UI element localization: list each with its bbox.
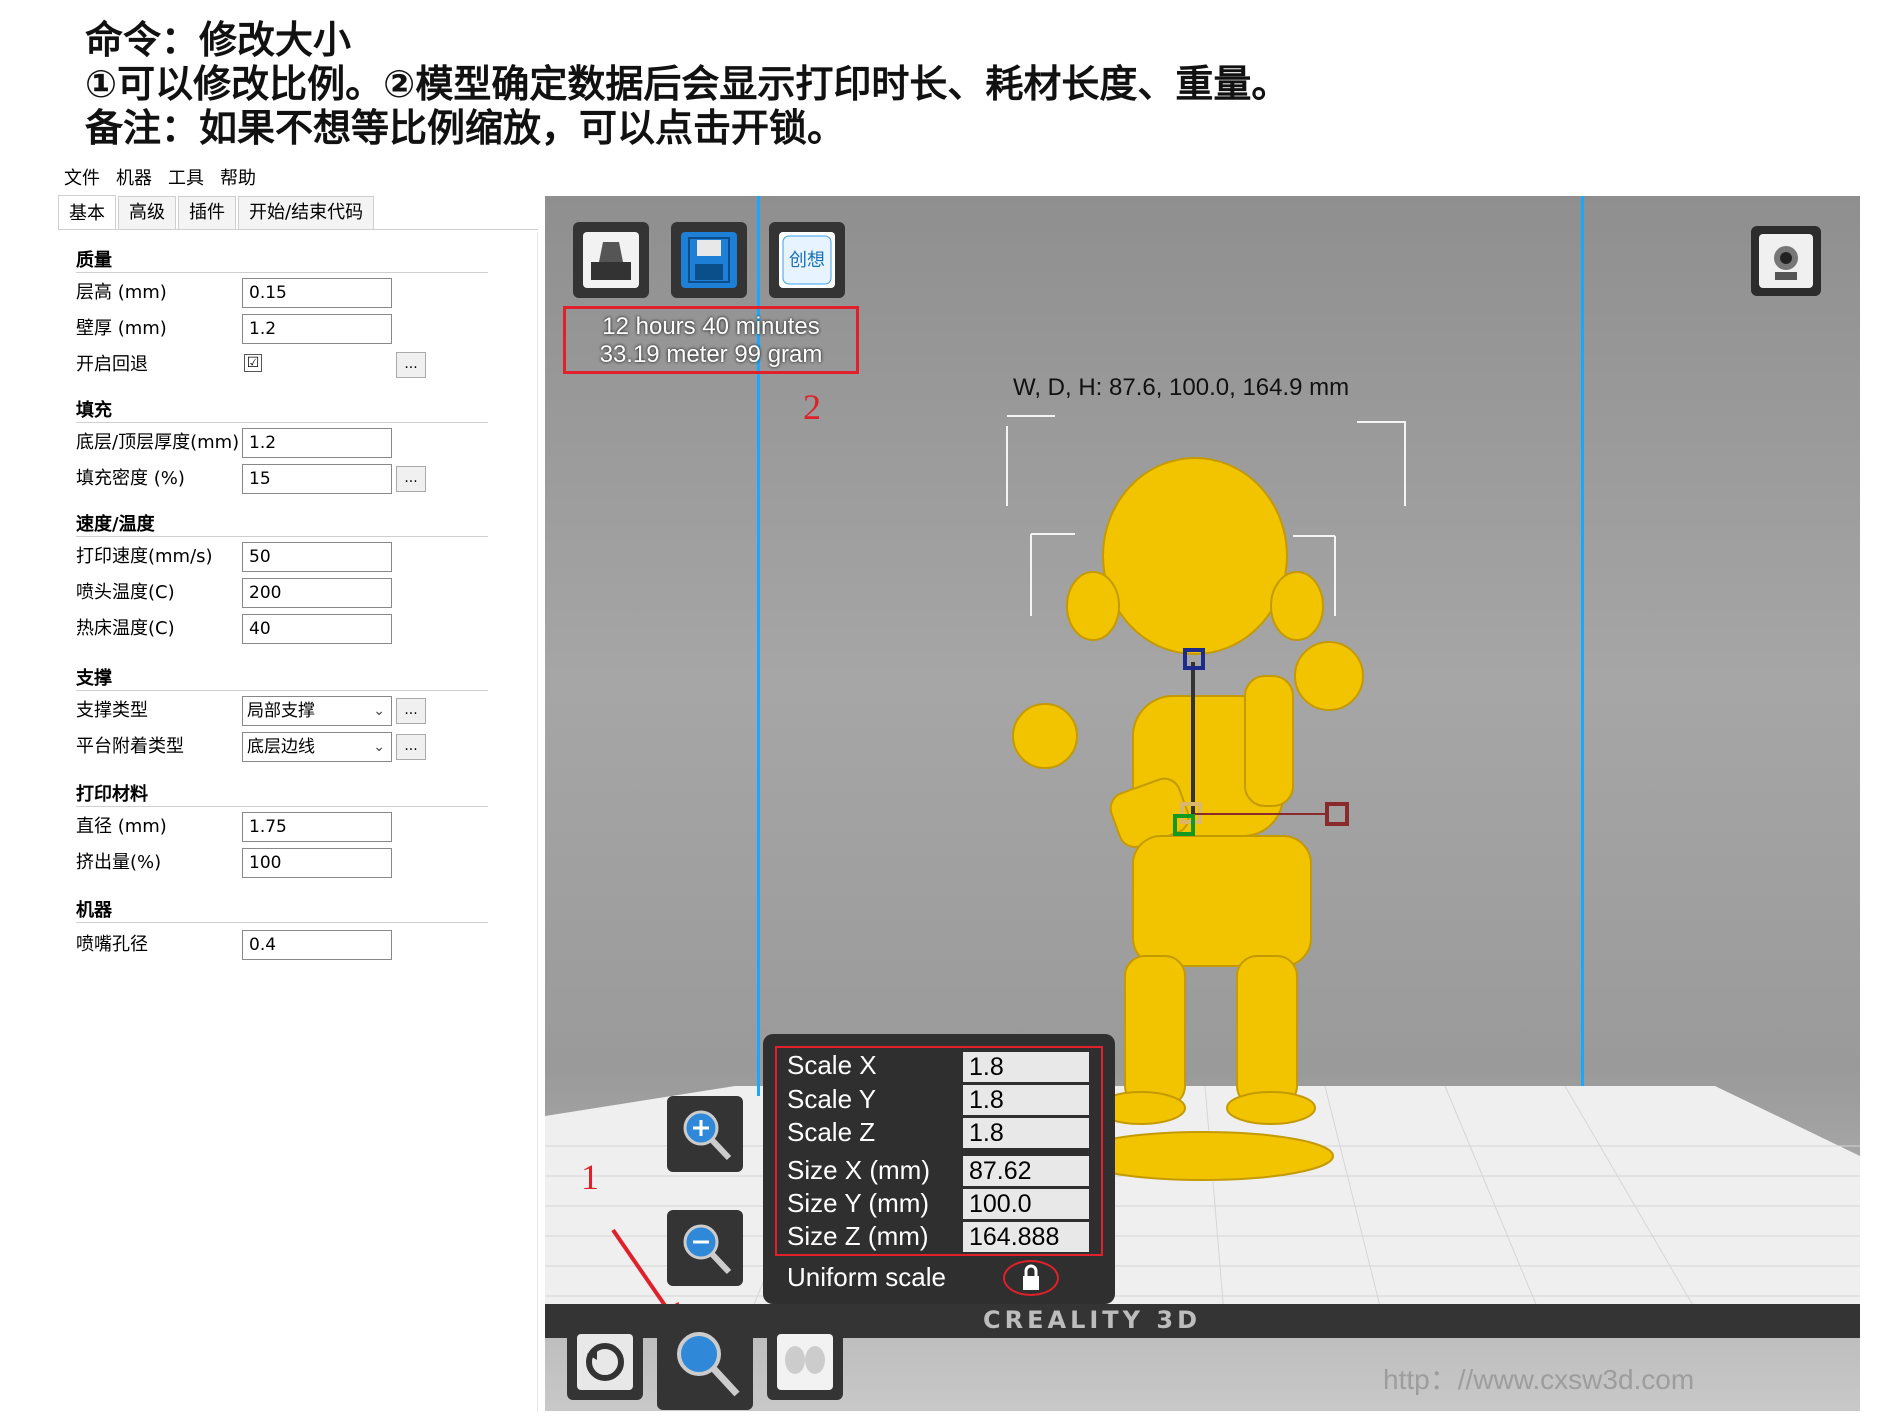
print-speed-input[interactable]: 50 xyxy=(242,542,392,572)
menu-machine[interactable]: 机器 xyxy=(116,166,162,192)
section-divider xyxy=(76,690,488,691)
section-divider xyxy=(76,536,488,537)
nozzle-temp-input[interactable]: 200 xyxy=(242,578,392,608)
section-speed-title: 速度/温度 xyxy=(76,514,155,535)
tab-basic[interactable]: 基本 xyxy=(58,195,116,229)
menu-bar: 文件 机器 工具 帮助 xyxy=(64,166,272,192)
fill-density-label: 填充密度 (%) xyxy=(76,468,185,489)
bed-temp-input[interactable]: 40 xyxy=(242,614,392,644)
section-divider xyxy=(76,272,488,273)
nozzle-size-input[interactable]: 0.4 xyxy=(242,930,392,960)
retraction-checkbox[interactable]: ☑ xyxy=(244,354,262,372)
watermark: http：//www.cxsw3d.com xyxy=(1383,1364,1695,1395)
flow-input[interactable]: 100 xyxy=(242,848,392,878)
shell-thickness-input[interactable]: 1.2 xyxy=(242,314,392,344)
support-more-button[interactable]: ... xyxy=(396,698,426,724)
support-type-value: 局部支撑 xyxy=(247,701,315,721)
scale-icon xyxy=(667,1324,743,1400)
support-type-select[interactable]: 局部支撑 ⌄ xyxy=(242,696,392,726)
nozzle-size-label: 喷嘴孔径 xyxy=(76,934,148,955)
mirror-button[interactable] xyxy=(767,1324,843,1400)
adhesion-more-button[interactable]: ... xyxy=(396,734,426,760)
chevron-down-icon: ⌄ xyxy=(373,703,385,719)
bottom-top-thickness-input[interactable]: 1.2 xyxy=(242,428,392,458)
shell-thickness-label: 壁厚 (mm) xyxy=(76,318,167,339)
annotation-arrow xyxy=(611,1228,679,1330)
settings-panel: 质量 层高 (mm) 0.15 壁厚 (mm) 1.2 开启回退 ☑ ... 填… xyxy=(58,232,538,1412)
flow-label: 挤出量(%) xyxy=(76,852,162,873)
section-fill-title: 填充 xyxy=(76,400,112,421)
layer-height-label: 层高 (mm) xyxy=(76,282,167,303)
adhesion-type-select[interactable]: 底层边线 ⌄ xyxy=(242,732,392,762)
tab-advanced[interactable]: 高级 xyxy=(118,196,176,229)
3d-viewport[interactable]: 创想 12 hours 40 minutes 33.19 meter 99 gr… xyxy=(545,196,1860,1411)
fill-more-button[interactable]: ... xyxy=(396,466,426,492)
chevron-down-icon: ⌄ xyxy=(373,739,385,755)
instruction-line-2: ①可以修改比例。②模型确定数据后会显示打印时长、耗材长度、重量。 xyxy=(85,62,1290,106)
bed-temp-label: 热床温度(C) xyxy=(76,618,175,639)
rotate-icon xyxy=(577,1334,633,1390)
adhesion-type-label: 平台附着类型 xyxy=(76,736,184,757)
support-type-label: 支撑类型 xyxy=(76,700,148,721)
layer-height-input[interactable]: 0.15 xyxy=(242,278,392,308)
menu-file[interactable]: 文件 xyxy=(64,166,110,192)
section-machine-title: 机器 xyxy=(76,900,112,921)
instruction-note: 备注：如果不想等比例缩放，可以点击开锁。 xyxy=(85,106,846,150)
adhesion-type-value: 底层边线 xyxy=(247,737,315,757)
instruction-title: 命令：修改大小 xyxy=(85,18,352,62)
bottom-top-thickness-label: 底层/顶层厚度(mm) xyxy=(76,432,240,453)
menu-tools[interactable]: 工具 xyxy=(168,166,214,192)
nozzle-temp-label: 喷头温度(C) xyxy=(76,582,175,603)
bed-logo-text: CREALITY 3D xyxy=(983,1306,1202,1334)
diameter-label: 直径 (mm) xyxy=(76,816,167,837)
retraction-label: 开启回退 xyxy=(76,354,148,375)
section-quality-title: 质量 xyxy=(76,250,112,271)
section-divider xyxy=(76,922,488,923)
tab-start-end-gcode[interactable]: 开始/结束代码 xyxy=(238,196,375,229)
section-support-title: 支撑 xyxy=(76,668,112,689)
settings-tabs: 基本 高级 插件 开始/结束代码 xyxy=(58,195,538,230)
section-filament-title: 打印材料 xyxy=(76,784,148,805)
fill-density-input[interactable]: 15 xyxy=(242,464,392,494)
section-divider xyxy=(76,422,488,423)
diameter-input[interactable]: 1.75 xyxy=(242,812,392,842)
mirror-icon xyxy=(777,1334,833,1390)
section-divider xyxy=(76,806,488,807)
tab-plugins[interactable]: 插件 xyxy=(178,196,236,229)
rotate-button[interactable] xyxy=(567,1324,643,1400)
menu-help[interactable]: 帮助 xyxy=(220,166,266,192)
print-speed-label: 打印速度(mm/s) xyxy=(76,546,213,567)
retraction-more-button[interactable]: ... xyxy=(396,352,426,378)
scale-button[interactable] xyxy=(657,1314,753,1410)
